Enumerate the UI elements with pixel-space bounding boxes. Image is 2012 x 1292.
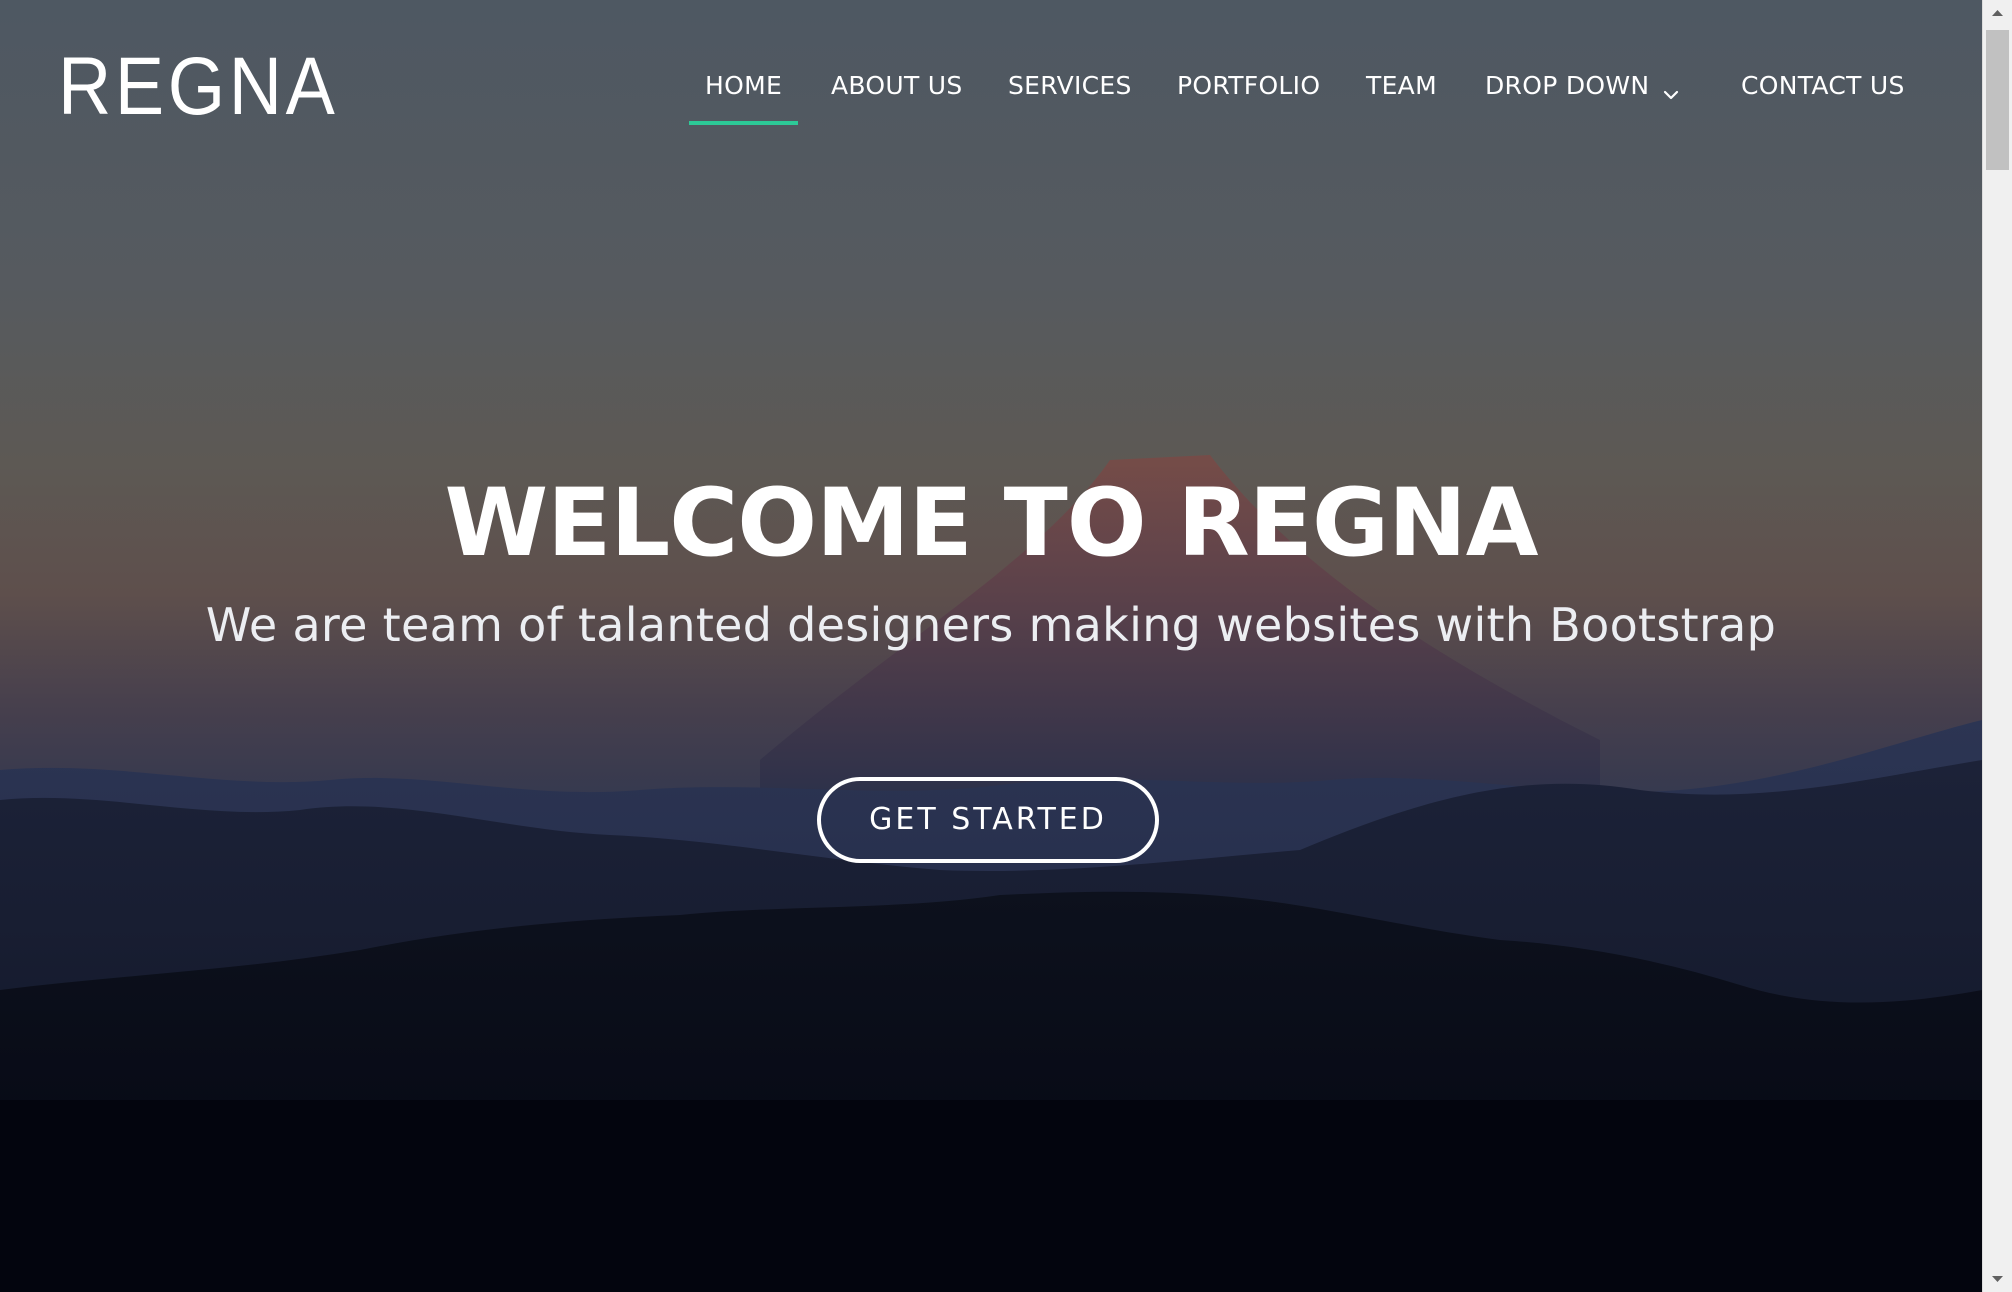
nav-item-portfolio[interactable]: PORTFOLIO xyxy=(1177,66,1320,126)
page-viewport: REGNA HOME ABOUT US SERVICES PORTFOLIO T… xyxy=(0,0,1982,1292)
scrollbar-thumb[interactable] xyxy=(1986,30,2009,170)
nav-item-about-us[interactable]: ABOUT US xyxy=(831,66,963,126)
nav-item-drop-down-label: DROP DOWN xyxy=(1485,71,1650,100)
chevron-down-icon xyxy=(1661,77,1681,100)
vertical-scrollbar[interactable] xyxy=(1982,0,2012,1292)
get-started-button[interactable]: GET STARTED xyxy=(817,777,1159,863)
nav-item-home[interactable]: HOME xyxy=(688,66,799,126)
scroll-up-arrow-icon[interactable] xyxy=(1983,0,2012,26)
nav-item-team[interactable]: TEAM xyxy=(1366,66,1437,126)
nav-item-services[interactable]: SERVICES xyxy=(1008,66,1132,126)
scroll-down-arrow-icon[interactable] xyxy=(1983,1266,2012,1292)
hero-title: WELCOME TO REGNA xyxy=(444,469,1538,578)
nav-item-drop-down[interactable]: DROP DOWN xyxy=(1485,66,1681,126)
site-header: REGNA HOME ABOUT US SERVICES PORTFOLIO T… xyxy=(0,0,1982,180)
hero-subtitle: We are team of talanted designers making… xyxy=(205,598,1777,652)
nav-item-contact-us[interactable]: CONTACT US xyxy=(1741,66,1905,126)
main-nav: HOME ABOUT US SERVICES PORTFOLIO TEAM DR… xyxy=(0,66,1982,125)
